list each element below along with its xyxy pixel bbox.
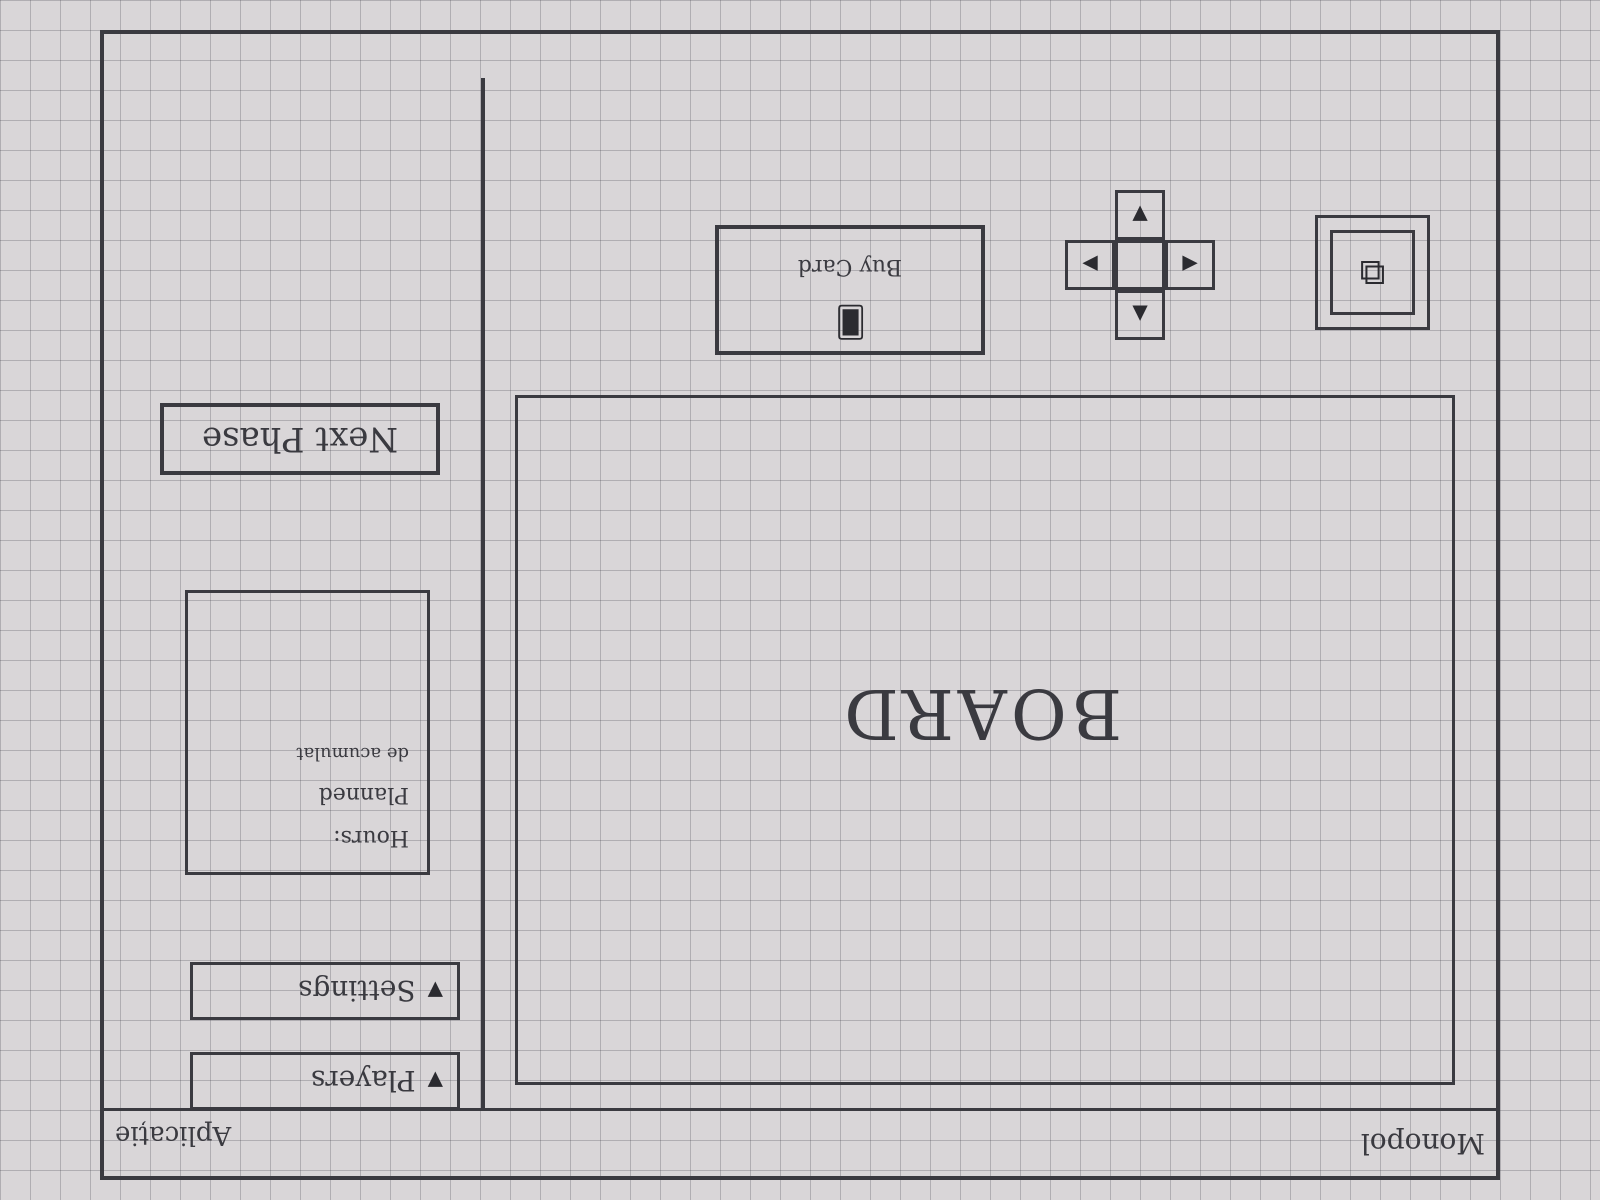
buy-card-label: Buy Card — [797, 254, 903, 279]
arrow-up-button[interactable]: ▲ — [1115, 290, 1165, 340]
settings-dropdown[interactable]: ▼ Settings — [190, 962, 460, 1020]
sketch-canvas: Monopol Aplicație BOARD ▲ ◀ ▶ ▼ 🂠 Buy Ca… — [0, 0, 1600, 1200]
next-phase-button[interactable]: Next Phase — [160, 403, 440, 475]
zoom-button[interactable]: ⧉ — [1315, 215, 1430, 330]
app-title: Aplicație — [115, 1120, 232, 1150]
chevron-down-icon: ▼ — [427, 1069, 443, 1093]
settings-label: Settings — [298, 974, 416, 1008]
info-line-1: Hours: — [333, 825, 409, 850]
arrow-left-button[interactable]: ◀ — [1165, 240, 1215, 290]
arrow-right-button[interactable]: ▶ — [1065, 240, 1115, 290]
window-title: Monopol — [1360, 1127, 1485, 1160]
chevron-down-icon: ▼ — [427, 979, 443, 1003]
next-phase-label: Next Phase — [201, 419, 399, 459]
zoom-icon: ⧉ — [1330, 230, 1415, 315]
info-line-3: de acumulat — [296, 743, 409, 764]
title-bar — [100, 1108, 1500, 1180]
info-box: Hours: Planned de acumulat — [185, 590, 430, 875]
direction-pad: ▲ ◀ ▶ ▼ — [1065, 190, 1215, 340]
board-label: BOARD — [840, 673, 1122, 752]
players-dropdown[interactable]: ▼ Players — [190, 1052, 460, 1110]
info-line-2: Planned — [318, 782, 409, 807]
arrow-down-button[interactable]: ▼ — [1115, 190, 1165, 240]
card-icon: 🂠 — [835, 304, 866, 339]
players-label: Players — [310, 1064, 416, 1098]
game-board[interactable]: BOARD — [515, 395, 1455, 1085]
dpad-center — [1115, 240, 1165, 290]
buy-card-button[interactable]: 🂠 Buy Card — [715, 225, 985, 355]
